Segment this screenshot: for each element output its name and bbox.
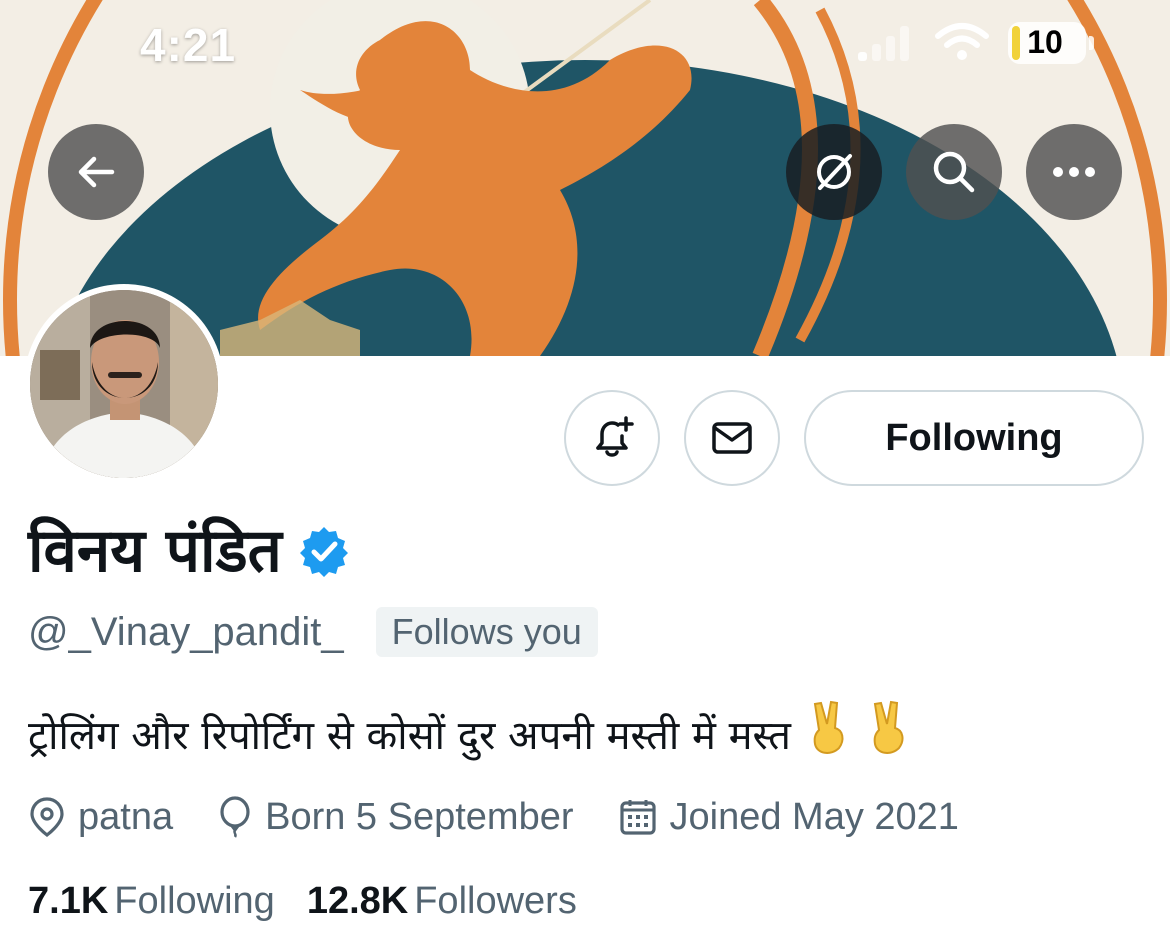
following-label: Following (114, 879, 275, 922)
envelope-icon (712, 422, 752, 454)
follows-you-badge: Follows you (375, 607, 598, 657)
followers-count: 12.8K (306, 879, 409, 922)
more-horizontal-icon (1053, 167, 1095, 177)
handle: @_Vinay_pandit_ (28, 609, 344, 654)
search-button[interactable] (906, 124, 1002, 220)
handle-row: @_Vinay_pandit_ Follows you (28, 604, 598, 660)
avatar-photo (30, 290, 218, 478)
display-name: विनय पंडित (28, 516, 282, 586)
bio: ट्रोलिंग और रिपोर्टिंग से कोसों दुर अपनी… (28, 700, 919, 766)
follow-counts: 7.1K Following 12.8K Followers (28, 876, 609, 926)
balloon-icon (220, 796, 250, 838)
notify-button[interactable] (564, 390, 660, 486)
status-time: 4:21 (140, 19, 237, 71)
location-pin-icon (30, 797, 64, 837)
birthday-item: Born 5 September (217, 795, 574, 839)
bio-emoji (809, 700, 919, 766)
following-count: 7.1K (28, 879, 109, 922)
battery-level: 10 (1027, 24, 1063, 60)
cellular-signal-icon (858, 26, 909, 61)
bio-text: ट्रोलिंग और रिपोर्टिंग से कोसों दुर अपनी… (28, 712, 791, 759)
message-button[interactable] (684, 390, 780, 486)
arrow-left-icon (78, 156, 115, 188)
joined-text: Joined May 2021 (669, 795, 959, 838)
verified-badge-icon[interactable] (298, 525, 350, 577)
joined-item: Joined May 2021 (618, 796, 959, 839)
profile-meta: patna Born 5 September Joined May 2021 (28, 790, 1003, 844)
followers-label: Followers (414, 879, 577, 922)
avatar[interactable] (24, 284, 224, 484)
location-item: patna (28, 796, 173, 839)
following-button[interactable]: Following (804, 390, 1144, 486)
grok-button[interactable] (786, 124, 882, 220)
bell-plus-icon (596, 416, 634, 457)
birthday-text: Born 5 September (265, 795, 574, 838)
following-count-link[interactable]: 7.1K Following (28, 880, 275, 923)
search-icon (933, 151, 975, 193)
profile-name-row: विनय पंडित (28, 508, 350, 588)
battery-icon: 10 (1008, 22, 1094, 64)
victory-hand-emoji-icon (813, 700, 904, 754)
location-text: patna (78, 795, 174, 838)
wifi-icon (935, 23, 989, 60)
calendar-icon (619, 800, 656, 835)
followers-count-link[interactable]: 12.8K Followers (307, 880, 577, 923)
more-button[interactable] (1026, 124, 1122, 220)
back-button[interactable] (48, 124, 144, 220)
slashed-circle-icon (817, 154, 852, 190)
